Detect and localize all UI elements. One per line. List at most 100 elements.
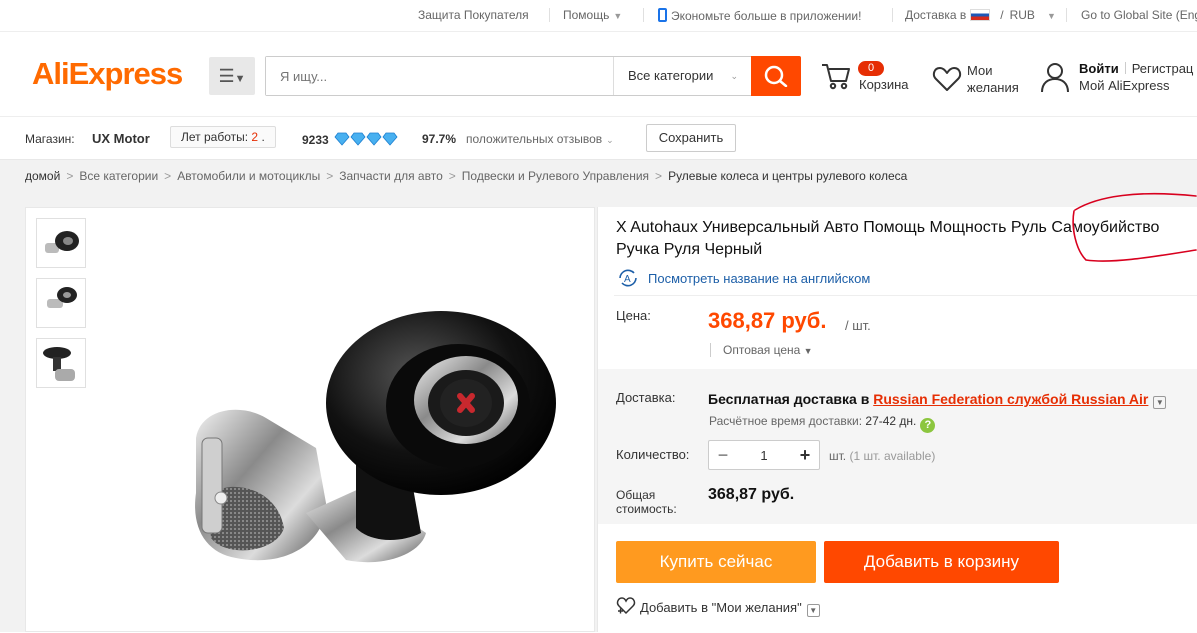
- save-store-button[interactable]: Сохранить: [646, 124, 736, 152]
- heart-plus-icon: [616, 597, 636, 615]
- breadcrumb-item[interactable]: Подвески и Рулевого Управления: [462, 169, 649, 183]
- quantity-input[interactable]: 1: [739, 448, 789, 463]
- currency-label: RUB: [1009, 8, 1035, 22]
- currency-separator: /: [1000, 8, 1004, 22]
- breadcrumb-item[interactable]: Запчасти для авто: [339, 169, 443, 183]
- total-price-label: Общая стоимость:: [616, 488, 677, 516]
- store-years-dot: .: [261, 130, 265, 144]
- wishlist-button[interactable]: Мои желания: [932, 59, 1032, 99]
- price-unit: / шт.: [845, 318, 871, 333]
- product-details-panel: X Autohaux Универсальный Авто Помощь Мощ…: [597, 207, 1197, 632]
- chevron-down-icon: ⌄: [606, 135, 614, 145]
- category-select-label: Все категории: [628, 68, 714, 83]
- aliexpress-logo[interactable]: AliExpress: [32, 56, 183, 92]
- shipping-info: Бесплатная доставка в Russian Federation…: [708, 391, 1167, 409]
- divider: [549, 8, 550, 22]
- search-icon: [764, 65, 788, 87]
- heart-icon: [932, 67, 962, 91]
- help-label: Помощь: [563, 8, 610, 22]
- breadcrumb-separator: >: [655, 169, 663, 183]
- app-promo-link[interactable]: Экономьте больше в приложении!: [658, 8, 861, 23]
- svg-text:A: A: [624, 274, 631, 285]
- divider: [614, 295, 1197, 296]
- main-header: AliExpress ☰▼ Все категории ⌄ 0 Корзина М…: [0, 33, 1197, 117]
- my-aliexpress-link[interactable]: Мой AliExpress: [1079, 78, 1170, 93]
- wishlist-dropdown-icon[interactable]: ▼: [806, 604, 820, 617]
- price-label: Цена:: [616, 308, 651, 323]
- store-label: Магазин:: [25, 132, 75, 146]
- breadcrumb: домой > Все категории > Автомобили и мотоцик…: [0, 159, 1197, 190]
- help-icon[interactable]: ?: [920, 418, 936, 433]
- breadcrumb-item[interactable]: Все категории: [79, 169, 158, 183]
- ship-to-label: Доставка в: [905, 8, 967, 22]
- store-years-value: 2: [251, 130, 259, 144]
- breadcrumb-item[interactable]: Автомобили и мотоциклы: [177, 169, 320, 183]
- translate-title-link[interactable]: A Посмотреть название на английском: [616, 269, 870, 287]
- cart-label: Корзина: [859, 77, 909, 92]
- store-name-link[interactable]: UX Motor: [92, 131, 150, 146]
- quantity-available-text: (1 шт. available): [849, 449, 936, 463]
- breadcrumb-item[interactable]: домой: [25, 169, 60, 183]
- store-rating[interactable]: 9233: [302, 132, 400, 147]
- wholesale-price-label: Оптовая цена: [723, 343, 801, 357]
- breadcrumb-current: Рулевые колеса и центры рулевого колеса: [668, 169, 908, 183]
- breadcrumb-separator: >: [448, 169, 456, 183]
- app-promo-label: Экономьте больше в приложении!: [671, 9, 862, 23]
- product-gallery: [25, 207, 595, 632]
- ship-to-currency-menu[interactable]: Доставка в / RUB ▼: [905, 8, 1056, 22]
- gallery-thumbnail[interactable]: [36, 278, 86, 328]
- help-menu[interactable]: Помощь ▼: [563, 8, 622, 22]
- gallery-thumbnail[interactable]: [36, 338, 86, 388]
- positive-feedback-pct: 97.7%: [422, 132, 457, 146]
- cart-count-badge: 0: [858, 61, 884, 76]
- register-link[interactable]: Регистрац: [1132, 61, 1194, 76]
- translate-title-label: Посмотреть название на английском: [648, 271, 871, 286]
- divider: [892, 8, 893, 22]
- breadcrumb-separator: >: [326, 169, 334, 183]
- store-years-label: Лет работы:: [181, 130, 249, 144]
- wishlist-label: Мои желания: [967, 63, 1019, 95]
- buyer-protection-link[interactable]: Защита Покупателя: [418, 8, 529, 22]
- quantity-label: Количество:: [616, 447, 690, 462]
- breadcrumb-separator: >: [164, 169, 172, 183]
- caret-down-icon: ▼: [803, 346, 813, 356]
- shipping-method-link[interactable]: Russian Federation службой Russian Air: [873, 391, 1148, 407]
- product-title: X Autohaux Универсальный Авто Помощь Мощ…: [616, 219, 1160, 258]
- product-main-image[interactable]: [166, 288, 596, 633]
- store-years-badge: Лет работы: 2 .: [170, 126, 276, 148]
- total-price-value: 368,87 руб.: [708, 486, 795, 503]
- breadcrumb-separator: >: [66, 169, 74, 183]
- shipping-label: Доставка:: [616, 390, 676, 405]
- buy-now-button[interactable]: Купить сейчас: [616, 541, 816, 583]
- global-site-link[interactable]: Go to Global Site (Englis: [1081, 8, 1197, 22]
- chevron-down-icon: ⌄: [730, 71, 738, 81]
- wholesale-price-toggle[interactable]: Оптовая цена ▼: [710, 343, 813, 357]
- add-to-wishlist-label: Добавить в "Мои желания": [640, 600, 802, 615]
- delivery-estimate-value: 27-42 дн.: [865, 414, 917, 428]
- gallery-thumbnail[interactable]: [36, 218, 86, 268]
- search-button[interactable]: [751, 56, 801, 96]
- quantity-availability: шт. (1 шт. available): [829, 449, 935, 463]
- categories-menu-button[interactable]: ☰▼: [209, 57, 255, 95]
- signin-link[interactable]: Войти: [1079, 61, 1119, 76]
- add-to-wishlist-button[interactable]: Добавить в "Мои желания" ▼: [616, 597, 820, 617]
- delivery-estimate-label: Расчётное время доставки:: [709, 414, 863, 428]
- decrease-quantity-button[interactable]: −: [711, 444, 735, 466]
- positive-feedback-menu[interactable]: положительных отзывов ⌄: [466, 132, 614, 146]
- increase-quantity-button[interactable]: +: [793, 444, 817, 466]
- store-score: 9233: [302, 133, 329, 147]
- chevron-down-icon: ▼: [613, 11, 623, 21]
- search-input[interactable]: [266, 57, 612, 95]
- quantity-stepper: − 1 +: [708, 440, 820, 470]
- cart-icon: [822, 64, 850, 90]
- delivery-estimate: Расчётное время доставки: 27-42 дн.?: [709, 414, 936, 433]
- category-select[interactable]: Все категории ⌄: [613, 57, 752, 95]
- account-links: Войти Регистрац: [1079, 61, 1193, 76]
- translate-icon: A: [619, 269, 637, 287]
- chevron-down-icon: ▼: [1046, 11, 1056, 21]
- add-to-cart-button[interactable]: Добавить в корзину: [824, 541, 1059, 583]
- account-menu[interactable]: Войти Регистрац Мой AliExpress: [1040, 59, 1197, 99]
- cart-button[interactable]: 0 Корзина: [820, 57, 920, 97]
- shipping-dropdown-icon[interactable]: ▼: [1153, 396, 1167, 409]
- diamond-rating-icon: [334, 132, 398, 146]
